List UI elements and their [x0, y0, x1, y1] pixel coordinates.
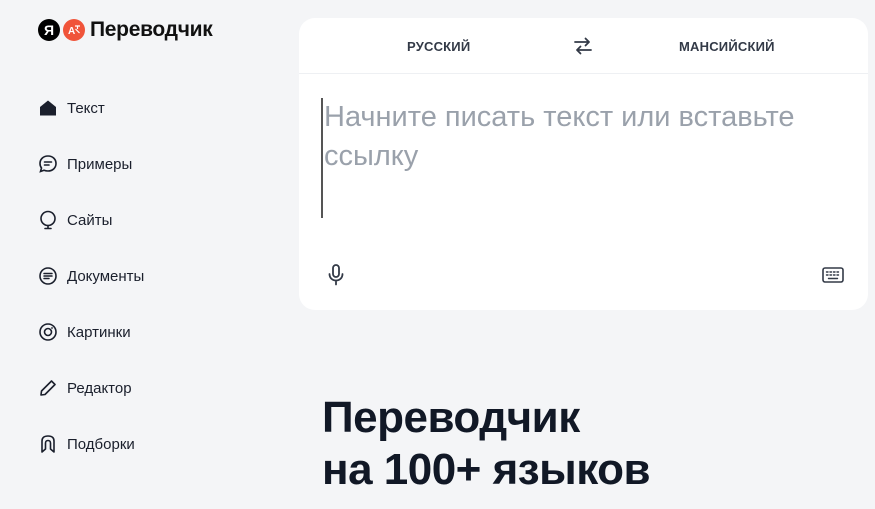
sidebar-item-label: Сайты: [67, 211, 113, 229]
globe-pin-icon: [38, 210, 58, 230]
chat-bubble-icon: [38, 154, 58, 174]
svg-text:A: A: [68, 26, 75, 37]
camera-icon: [38, 322, 58, 342]
sidebar-item-label: Документы: [67, 267, 145, 285]
logo-title: Переводчик: [90, 18, 213, 41]
sidebar-item-label: Редактор: [67, 379, 132, 397]
bookmark-icon: [38, 434, 58, 454]
target-language-button[interactable]: МАНСИЙСКИЙ: [679, 18, 775, 74]
hero-heading: Переводчик на 100+ языков: [322, 392, 651, 496]
swap-languages-icon[interactable]: [573, 37, 593, 55]
sidebar-item-label: Текст: [67, 99, 105, 117]
source-language-button[interactable]: РУССКИЙ: [407, 18, 470, 74]
sidebar-item-documents[interactable]: Документы: [38, 248, 258, 304]
sidebar-item-label: Примеры: [67, 155, 133, 173]
sidebar-item-text[interactable]: Текст: [38, 80, 258, 136]
hero-line-1: Переводчик: [322, 393, 580, 442]
sidebar-item-label: Подборки: [67, 435, 135, 453]
sidebar-item-examples[interactable]: Примеры: [38, 136, 258, 192]
language-bar: РУССКИЙ МАНСИЙСКИЙ: [299, 18, 868, 74]
sidebar: Текст Примеры Сайты Документы Картинки Р…: [38, 80, 258, 472]
sidebar-item-editor[interactable]: Редактор: [38, 360, 258, 416]
pencil-icon: [38, 378, 58, 398]
yandex-logo-icon: Я: [38, 19, 60, 41]
microphone-icon[interactable]: [327, 264, 345, 286]
home-icon: [38, 98, 58, 118]
logo[interactable]: Я A Переводчик: [38, 18, 213, 42]
sidebar-item-sites[interactable]: Сайты: [38, 192, 258, 248]
translator-card: РУССКИЙ МАНСИЙСКИЙ: [299, 18, 868, 310]
keyboard-icon[interactable]: [822, 267, 844, 283]
translator-logo-icon: A: [63, 19, 85, 41]
hero-line-2: на 100+ языков: [322, 445, 651, 494]
sidebar-item-collections[interactable]: Подборки: [38, 416, 258, 472]
source-text-input[interactable]: [321, 98, 841, 218]
sidebar-item-label: Картинки: [67, 323, 131, 341]
sidebar-item-images[interactable]: Картинки: [38, 304, 258, 360]
document-icon: [38, 266, 58, 286]
